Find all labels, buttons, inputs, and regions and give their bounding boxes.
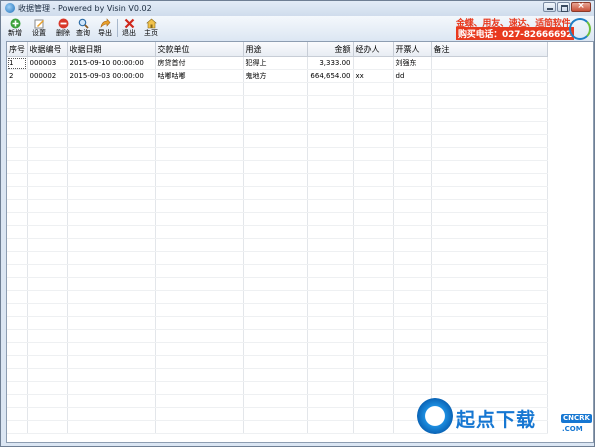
add-icon (10, 18, 21, 29)
export-icon (100, 18, 111, 29)
empty-row (7, 381, 548, 395)
column-header[interactable]: 序号 (7, 42, 28, 57)
table-cell: 1 (7, 56, 28, 70)
table-cell: 3,333.00 (307, 56, 354, 70)
table-cell: 房贷首付 (155, 56, 244, 70)
close-button[interactable]: × (571, 1, 591, 12)
table-cell: 2015-09-10 00:00:00 (67, 56, 156, 70)
column-header[interactable]: 经办人 (353, 42, 394, 57)
table-cell: 664,654.00 (307, 69, 354, 83)
delete-button[interactable]: 删除 (52, 18, 74, 39)
table-cell: 鬼地方 (243, 69, 308, 83)
column-header[interactable]: 收据日期 (67, 42, 156, 57)
title-bar[interactable]: 收据管理 - Powered by Visin V0.02 × (1, 1, 594, 16)
settings-button-label: 设置 (32, 29, 46, 37)
empty-row (7, 316, 548, 330)
export-button[interactable]: 导出 (94, 18, 116, 39)
home-icon (145, 18, 157, 29)
empty-row (7, 264, 548, 278)
empty-row (7, 251, 548, 265)
exit-button[interactable]: 退出 (118, 18, 140, 39)
edit-icon (34, 18, 45, 29)
empty-row (7, 134, 548, 148)
table-cell (431, 56, 548, 70)
maximize-button[interactable] (557, 2, 570, 12)
receipt-table[interactable]: 序号 收据编号 收据日期 交款单位 用途 金额 经办人 开票人 备注 1 000… (6, 41, 594, 443)
query-button[interactable]: 查询 (72, 18, 94, 39)
empty-row (7, 290, 548, 304)
table-row[interactable]: 2 000002 2015-09-03 00:00:00 咕嘟咕嘟 鬼地方 66… (7, 69, 548, 83)
ad-banner-phone: 购买电话：027-82666692 (456, 27, 575, 40)
empty-row (7, 212, 548, 226)
settings-button[interactable]: 设置 (28, 18, 50, 39)
delete-icon (58, 18, 69, 29)
export-button-label: 导出 (98, 29, 112, 37)
minimize-button[interactable] (543, 2, 556, 12)
empty-row (7, 199, 548, 213)
table-header: 序号 收据编号 收据日期 交款单位 用途 金额 经办人 开票人 备注 (7, 42, 548, 57)
column-header[interactable]: 交款单位 (155, 42, 244, 57)
empty-row (7, 329, 548, 343)
table-cell: dd (393, 69, 432, 83)
table-cell: 000002 (27, 69, 68, 83)
table-row[interactable]: 1 000003 2015-09-10 00:00:00 房贷首付 犯得上 3,… (7, 56, 548, 70)
empty-row (7, 303, 548, 317)
empty-row (7, 95, 548, 109)
watermark-domain: .COM (562, 425, 583, 433)
toolbar: 新增 设置 删除 查询 导出 退出 主页 金蝶、用友、速达、适简软件 购买电话：… (1, 16, 594, 40)
search-icon (78, 18, 89, 29)
watermark-text: 起点下载 (456, 409, 537, 431)
watermark-logo (417, 398, 453, 434)
table-cell: xx (353, 69, 394, 83)
home-button-label: 主页 (144, 29, 158, 37)
watermark-badge: CNCRK (561, 414, 592, 423)
empty-row (7, 355, 548, 369)
table-cell (353, 56, 394, 70)
table-cell: 2 (7, 69, 28, 83)
app-window: 收据管理 - Powered by Visin V0.02 × 新增 设置 删除 (0, 0, 595, 447)
empty-row (7, 82, 548, 96)
column-header[interactable]: 收据编号 (27, 42, 68, 57)
empty-row (7, 121, 548, 135)
empty-row (7, 342, 548, 356)
table-cell: 2015-09-03 00:00:00 (67, 69, 156, 83)
column-header[interactable]: 备注 (431, 42, 548, 57)
table-cell: 犯得上 (243, 56, 308, 70)
empty-row (7, 147, 548, 161)
table-cell: 刘强东 (393, 56, 432, 70)
empty-row (7, 238, 548, 252)
column-header[interactable]: 用途 (243, 42, 308, 57)
table-cell: 咕嘟咕嘟 (155, 69, 244, 83)
app-icon (5, 3, 15, 13)
minimize-icon (547, 8, 553, 10)
table-cell: 000003 (27, 56, 68, 70)
maximize-icon (561, 5, 568, 12)
brand-logo (569, 18, 591, 40)
exit-button-label: 退出 (122, 29, 136, 37)
close-icon: × (577, 1, 585, 11)
delete-button-label: 删除 (56, 29, 70, 37)
empty-row (7, 277, 548, 291)
empty-row (7, 173, 548, 187)
empty-row (7, 160, 548, 174)
table-cell (431, 69, 548, 83)
add-button[interactable]: 新增 (4, 18, 26, 39)
home-button[interactable]: 主页 (140, 18, 162, 39)
empty-row (7, 186, 548, 200)
empty-row (7, 108, 548, 122)
add-button-label: 新增 (8, 29, 22, 37)
window-controls: × (543, 1, 591, 12)
column-header[interactable]: 金额 (307, 42, 354, 57)
empty-row (7, 225, 548, 239)
column-header[interactable]: 开票人 (393, 42, 432, 57)
query-button-label: 查询 (76, 29, 90, 37)
empty-row (7, 368, 548, 382)
window-title: 收据管理 - Powered by Visin V0.02 (18, 4, 152, 13)
exit-icon (124, 18, 135, 29)
